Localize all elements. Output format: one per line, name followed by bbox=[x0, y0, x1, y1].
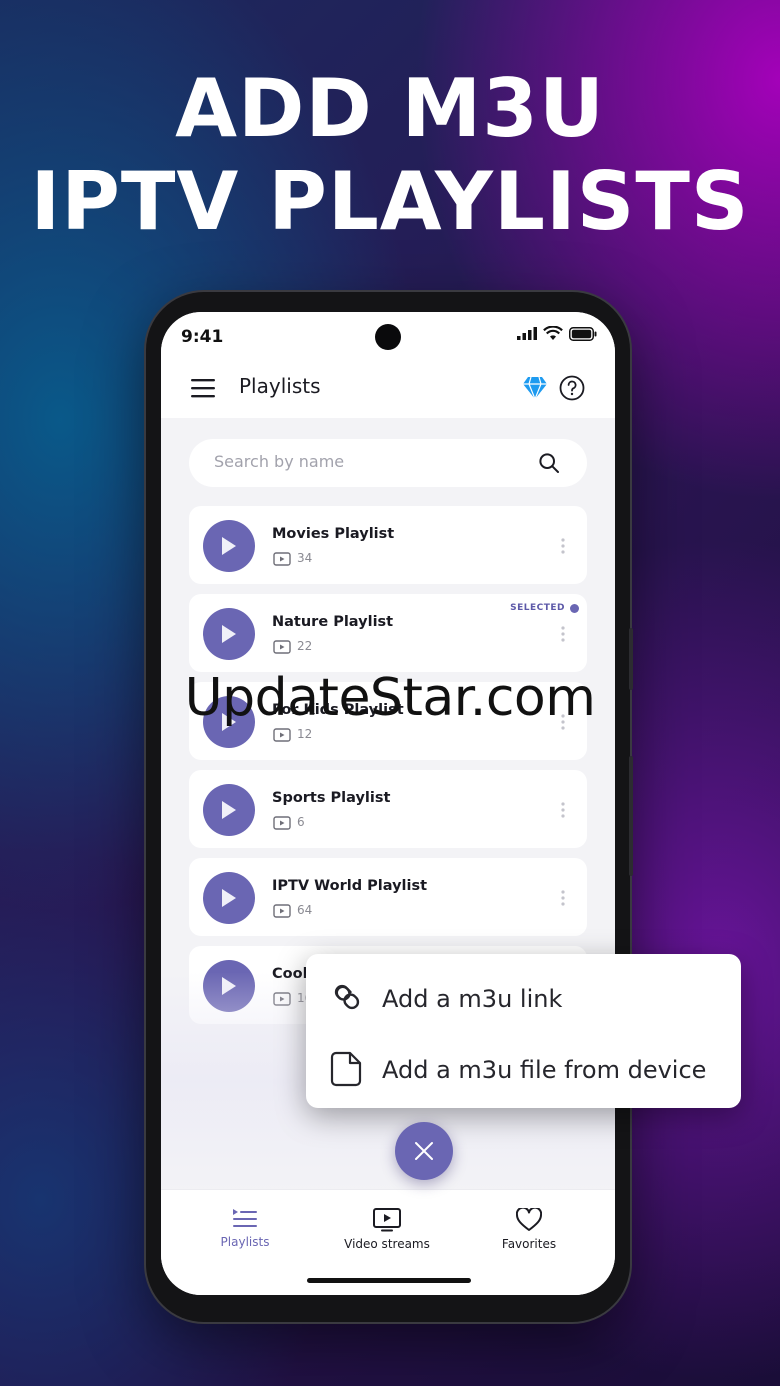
playlist-count: 6 bbox=[297, 815, 305, 829]
playlist-card-selected[interactable]: SELECTED Nature Playlist 22 bbox=[189, 594, 587, 672]
playlist-count: 64 bbox=[297, 903, 313, 917]
status-bar: 9:41 bbox=[161, 312, 615, 360]
playlist-name: Nature Playlist bbox=[272, 614, 394, 630]
headline-line-1: ADD M3U bbox=[175, 62, 605, 155]
close-icon bbox=[415, 1142, 433, 1160]
selected-dot bbox=[570, 603, 579, 613]
playlist-card[interactable]: Sports Playlist 6 bbox=[189, 770, 587, 848]
selected-label: SELECTED bbox=[510, 603, 565, 613]
nav-item-playlists[interactable]: Playlists bbox=[185, 1208, 305, 1249]
search-placeholder[interactable]: Search by name bbox=[214, 452, 344, 471]
nav-item-favorites[interactable]: Favorites bbox=[469, 1208, 589, 1251]
video-count-icon bbox=[273, 552, 291, 566]
signal-icon bbox=[517, 327, 537, 340]
menu-item-add-link[interactable]: Add a m3u link bbox=[306, 962, 741, 1032]
menu-label-add-file[interactable]: Add a m3u file from device bbox=[382, 1056, 706, 1084]
more-options-icon[interactable] bbox=[561, 802, 565, 818]
app-bar: Playlists bbox=[161, 360, 615, 418]
play-icon[interactable] bbox=[203, 608, 255, 660]
premium-diamond-icon[interactable] bbox=[522, 376, 548, 400]
nav-item-video-streams[interactable]: Video streams bbox=[327, 1208, 447, 1251]
video-count-icon bbox=[273, 728, 291, 742]
link-icon bbox=[334, 984, 360, 1010]
nav-label-favorites: Favorites bbox=[501, 1237, 557, 1251]
playlist-name: Sports Playlist bbox=[272, 790, 391, 806]
playlist-count: 34 bbox=[297, 551, 313, 565]
more-options-icon[interactable] bbox=[561, 538, 565, 554]
close-menu-button[interactable] bbox=[395, 1122, 453, 1180]
headline-line-2: IPTV PLAYLISTS bbox=[30, 155, 750, 248]
phone-frame: 9:41 Playlists Search by name Movies Pla… bbox=[146, 292, 633, 1322]
video-count-icon bbox=[273, 904, 291, 918]
nav-label-playlists: Playlists bbox=[220, 1235, 270, 1249]
playlist-card[interactable]: Movies Playlist 34 bbox=[189, 506, 587, 584]
search-bar[interactable]: Search by name bbox=[189, 439, 587, 487]
add-playlist-menu: Add a m3u link Add a m3u file from devic… bbox=[306, 954, 741, 1108]
playlist-card[interactable]: IPTV World Playlist 64 bbox=[189, 858, 587, 936]
menu-label-add-link[interactable]: Add a m3u link bbox=[382, 985, 562, 1013]
wifi-icon bbox=[543, 326, 563, 340]
bottom-navigation: Playlists Video streams Favorites bbox=[161, 1189, 615, 1295]
more-options-icon[interactable] bbox=[561, 890, 565, 906]
file-icon bbox=[330, 1051, 362, 1087]
play-icon[interactable] bbox=[203, 784, 255, 836]
video-count-icon bbox=[273, 816, 291, 830]
promo-headline: ADD M3U IPTV PLAYLISTS bbox=[0, 62, 780, 248]
status-time: 9:41 bbox=[181, 327, 224, 347]
home-indicator bbox=[307, 1278, 471, 1283]
video-count-icon bbox=[273, 640, 291, 654]
heart-icon bbox=[516, 1208, 542, 1231]
nav-label-video-streams: Video streams bbox=[344, 1237, 430, 1251]
playlist-name: Movies Playlist bbox=[272, 526, 395, 542]
search-icon[interactable] bbox=[539, 453, 559, 473]
status-icons bbox=[517, 326, 597, 341]
selected-badge: SELECTED bbox=[510, 603, 579, 613]
playlist-name: IPTV World Playlist bbox=[272, 878, 428, 894]
phone-volume-button bbox=[629, 756, 633, 876]
play-icon[interactable] bbox=[203, 872, 255, 924]
watermark: UpdateStar.com bbox=[184, 668, 596, 728]
more-options-icon[interactable] bbox=[561, 626, 565, 642]
front-camera bbox=[375, 324, 401, 350]
playlist-count: 12 bbox=[297, 727, 313, 741]
hamburger-menu-icon[interactable] bbox=[191, 378, 215, 398]
playlist-icon bbox=[233, 1209, 257, 1227]
playlist-count: 22 bbox=[297, 639, 313, 653]
help-icon[interactable] bbox=[559, 375, 585, 401]
page-title: Playlists bbox=[239, 374, 321, 398]
battery-icon bbox=[569, 326, 597, 341]
play-icon[interactable] bbox=[203, 520, 255, 572]
phone-screen: 9:41 Playlists Search by name Movies Pla… bbox=[161, 312, 615, 1295]
menu-item-add-file[interactable]: Add a m3u file from device bbox=[306, 1033, 741, 1103]
tv-play-icon bbox=[373, 1208, 401, 1232]
